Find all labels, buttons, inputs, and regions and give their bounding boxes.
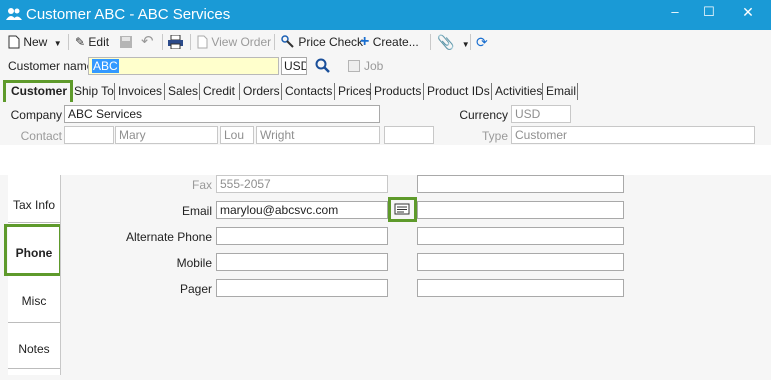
pencil-icon: ✎	[75, 35, 86, 49]
toolbar-separator	[470, 34, 471, 50]
contact-first-name-input[interactable]: Mary	[115, 126, 218, 144]
mobile-extra-input[interactable]	[417, 253, 624, 271]
undo-button[interactable]: ↶	[141, 33, 154, 51]
email-card-icon	[394, 203, 410, 215]
toolbar-separator	[162, 34, 163, 50]
undo-icon: ↶	[141, 33, 154, 50]
customer-name-label: Customer name	[8, 59, 94, 73]
price-tag-icon	[281, 35, 294, 48]
customer-name-value: ABC	[92, 59, 119, 73]
plus-icon: +	[360, 33, 370, 50]
side-tab-divider	[8, 322, 60, 323]
contact-middle-name-input[interactable]: Lou	[220, 126, 254, 144]
currency-code-field: USD	[281, 57, 307, 75]
side-tab-notes[interactable]: Notes	[8, 342, 60, 356]
tab-products[interactable]: Products	[371, 83, 424, 100]
contact-last-name-input[interactable]: Wright	[256, 126, 380, 144]
type-select[interactable]: Customer	[511, 126, 755, 144]
type-label: Type	[481, 129, 508, 143]
side-tab-divider	[8, 222, 60, 223]
new-document-icon	[8, 35, 20, 49]
fax-input[interactable]: 555-2057	[216, 175, 388, 193]
alternate-phone-input[interactable]	[216, 227, 388, 245]
new-button[interactable]: New ▼	[8, 33, 62, 51]
toolbar: New ▼ ✎ Edit ↶ View Order Price Check + …	[0, 30, 771, 55]
view-order-button[interactable]: View Order	[197, 33, 271, 51]
price-check-label: Price Check	[298, 35, 364, 49]
tab-email[interactable]: Email	[543, 83, 578, 100]
customer-name-input[interactable]: ABC	[88, 57, 279, 75]
price-check-button[interactable]: Price Check	[281, 33, 363, 51]
save-button[interactable]	[119, 33, 133, 51]
tab-prices[interactable]: Prices	[335, 83, 371, 100]
edit-button[interactable]: ✎ Edit	[75, 33, 109, 51]
title-bar: Customer ABC - ABC Services – ☐ ✕	[0, 0, 771, 30]
close-button[interactable]: ✕	[726, 0, 770, 26]
tab-orders[interactable]: Orders	[240, 83, 282, 100]
maximize-button[interactable]: ☐	[692, 0, 726, 26]
email-compose-button[interactable]	[392, 200, 412, 218]
save-icon	[120, 36, 132, 48]
paperclip-icon: 📎	[437, 34, 455, 50]
pager-input[interactable]	[216, 279, 388, 297]
tab-sales[interactable]: Sales	[165, 83, 200, 100]
printer-icon	[168, 34, 183, 50]
create-label: Create...	[372, 35, 419, 49]
contact-label: Contact	[20, 129, 62, 143]
side-tab-phone[interactable]: Phone	[8, 246, 60, 260]
mobile-input[interactable]	[216, 253, 388, 271]
email-label: Email	[181, 204, 212, 218]
customers-icon	[6, 8, 22, 20]
side-tab-divider	[8, 275, 60, 276]
pager-label: Pager	[179, 282, 212, 296]
company-input[interactable]: ABC Services	[64, 105, 380, 123]
create-button[interactable]: + Create...	[360, 33, 419, 51]
edit-button-label: Edit	[88, 35, 110, 49]
tab-product-ids[interactable]: Product IDs	[424, 83, 492, 100]
refresh-icon: ⟳	[476, 34, 488, 50]
currency-label: Currency	[459, 108, 508, 122]
print-button[interactable]	[168, 33, 183, 51]
contact-prefix-input[interactable]	[64, 126, 114, 144]
side-tab-misc[interactable]: Misc	[8, 294, 60, 308]
toolbar-separator	[68, 34, 69, 50]
customer-name-row: Customer name ABC USD Job	[0, 54, 771, 80]
company-label: Company	[10, 108, 62, 122]
tab-contacts[interactable]: Contacts	[282, 83, 335, 100]
tab-activities[interactable]: Activities	[492, 83, 543, 100]
pager-extra-input[interactable]	[417, 279, 624, 297]
refresh-button[interactable]: ⟳	[476, 33, 488, 51]
fax-label: Fax	[191, 178, 212, 192]
crop-gap	[0, 145, 771, 175]
mobile-label: Mobile	[176, 256, 212, 270]
toolbar-separator	[430, 34, 431, 50]
tab-invoices[interactable]: Invoices	[115, 83, 165, 100]
alternate-phone-label: Alternate Phone	[125, 230, 212, 244]
email-extra-input[interactable]	[417, 201, 624, 219]
dropdown-arrow-icon[interactable]: ▼	[54, 39, 62, 48]
attachments-button[interactable]: 📎 ▼	[437, 33, 470, 51]
job-checkbox[interactable]	[348, 60, 360, 72]
toolbar-separator	[274, 34, 275, 50]
toolbar-separator	[190, 34, 191, 50]
currency-select[interactable]: USD	[511, 105, 571, 123]
view-order-label: View Order	[211, 35, 272, 49]
side-tab-tax-info[interactable]: Tax Info	[8, 198, 60, 212]
document-icon	[197, 35, 208, 49]
fax-extra-input[interactable]	[417, 175, 624, 193]
job-label: Job	[364, 59, 384, 73]
minimize-button[interactable]: –	[658, 0, 692, 26]
tab-customer[interactable]: Customer	[8, 83, 71, 100]
tab-ship-to[interactable]: Ship To	[71, 83, 115, 100]
email-input[interactable]: marylou@abcsvc.com	[216, 201, 388, 219]
alternate-phone-extra-input[interactable]	[417, 227, 624, 245]
tab-credit[interactable]: Credit	[200, 83, 240, 100]
tab-bar: Customer Ship To Invoices Sales Credit O…	[0, 80, 771, 103]
new-button-label: New	[23, 35, 48, 49]
search-icon[interactable]	[315, 58, 331, 74]
window-title: Customer ABC - ABC Services	[26, 6, 231, 23]
dropdown-arrow-icon[interactable]: ▼	[462, 40, 470, 49]
side-tab-divider	[8, 368, 60, 369]
